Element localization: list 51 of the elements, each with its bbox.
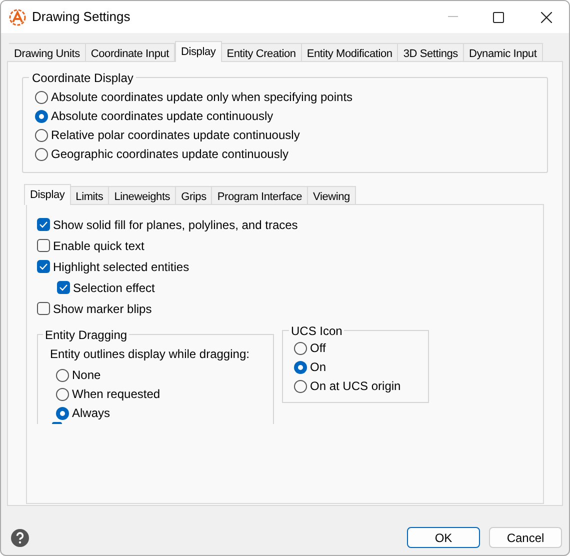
- checkbox[interactable]: [37, 302, 50, 315]
- tab[interactable]: Entity Modification: [302, 43, 398, 61]
- help-icon[interactable]: [11, 528, 29, 546]
- app-logo-icon: [9, 8, 26, 26]
- tab[interactable]: Program Interface: [212, 186, 308, 204]
- radio-button[interactable]: [294, 342, 307, 354]
- tab[interactable]: Entity Creation: [222, 43, 302, 61]
- radio-button[interactable]: [56, 368, 69, 382]
- checkbox-label: Highlight selected entities: [53, 258, 190, 276]
- tab[interactable]: Lineweights: [109, 186, 176, 204]
- checkbox[interactable]: [37, 218, 50, 231]
- radio-button[interactable]: [35, 110, 48, 122]
- ok-button[interactable]: OK: [407, 527, 480, 548]
- checkbox-label: Show marker blips: [53, 300, 152, 318]
- radio-label: On at UCS origin: [310, 378, 401, 395]
- checkbox[interactable]: [37, 239, 50, 252]
- radio-label: Geographic coordinates update continuously: [51, 146, 288, 163]
- radio-button[interactable]: [56, 388, 69, 400]
- radio-label: Absolute coordinates update only when specifying points: [51, 89, 353, 106]
- close-icon[interactable]: [541, 12, 552, 22]
- tab[interactable]: Display: [175, 41, 222, 62]
- window-title: Drawing Settings: [32, 8, 130, 26]
- radio-label: Off: [310, 340, 326, 357]
- maximize-icon[interactable]: [493, 12, 504, 22]
- checkbox-label: Enable quick text: [53, 238, 144, 254]
- checkbox[interactable]: [37, 260, 50, 273]
- cancel-button[interactable]: Cancel: [489, 527, 562, 548]
- radio-label: On: [310, 359, 326, 376]
- radio-button[interactable]: [294, 380, 307, 392]
- radio-button[interactable]: [35, 90, 48, 104]
- radio-button[interactable]: [56, 406, 69, 420]
- checkbox[interactable]: [57, 281, 70, 294]
- radio-label: Always: [72, 405, 110, 422]
- radio-button[interactable]: [35, 128, 48, 142]
- checkbox-label: Show solid fill for planes, polylines, and traces: [53, 216, 298, 234]
- tab[interactable]: Dynamic Input: [464, 43, 543, 61]
- radio-label: Absolute coordinates update continuously: [51, 108, 274, 125]
- tab[interactable]: Display: [24, 184, 71, 205]
- tab[interactable]: Coordinate Input: [86, 43, 176, 61]
- radio-button[interactable]: [294, 360, 307, 374]
- checkbox-label: Selection effect: [73, 280, 155, 296]
- tab[interactable]: Viewing: [308, 186, 356, 204]
- tab[interactable]: Limits: [70, 186, 110, 204]
- tab[interactable]: Grips: [176, 186, 212, 204]
- radio-label: Relative polar coordinates update continuously: [51, 127, 300, 144]
- group-prompt: Entity outlines display while dragging:: [50, 346, 250, 363]
- tab[interactable]: Drawing Units: [9, 43, 86, 61]
- radio-label: When requested: [72, 386, 160, 403]
- tab[interactable]: 3D Settings: [398, 43, 464, 61]
- radio-label: None: [72, 367, 101, 384]
- radio-button[interactable]: [35, 148, 48, 160]
